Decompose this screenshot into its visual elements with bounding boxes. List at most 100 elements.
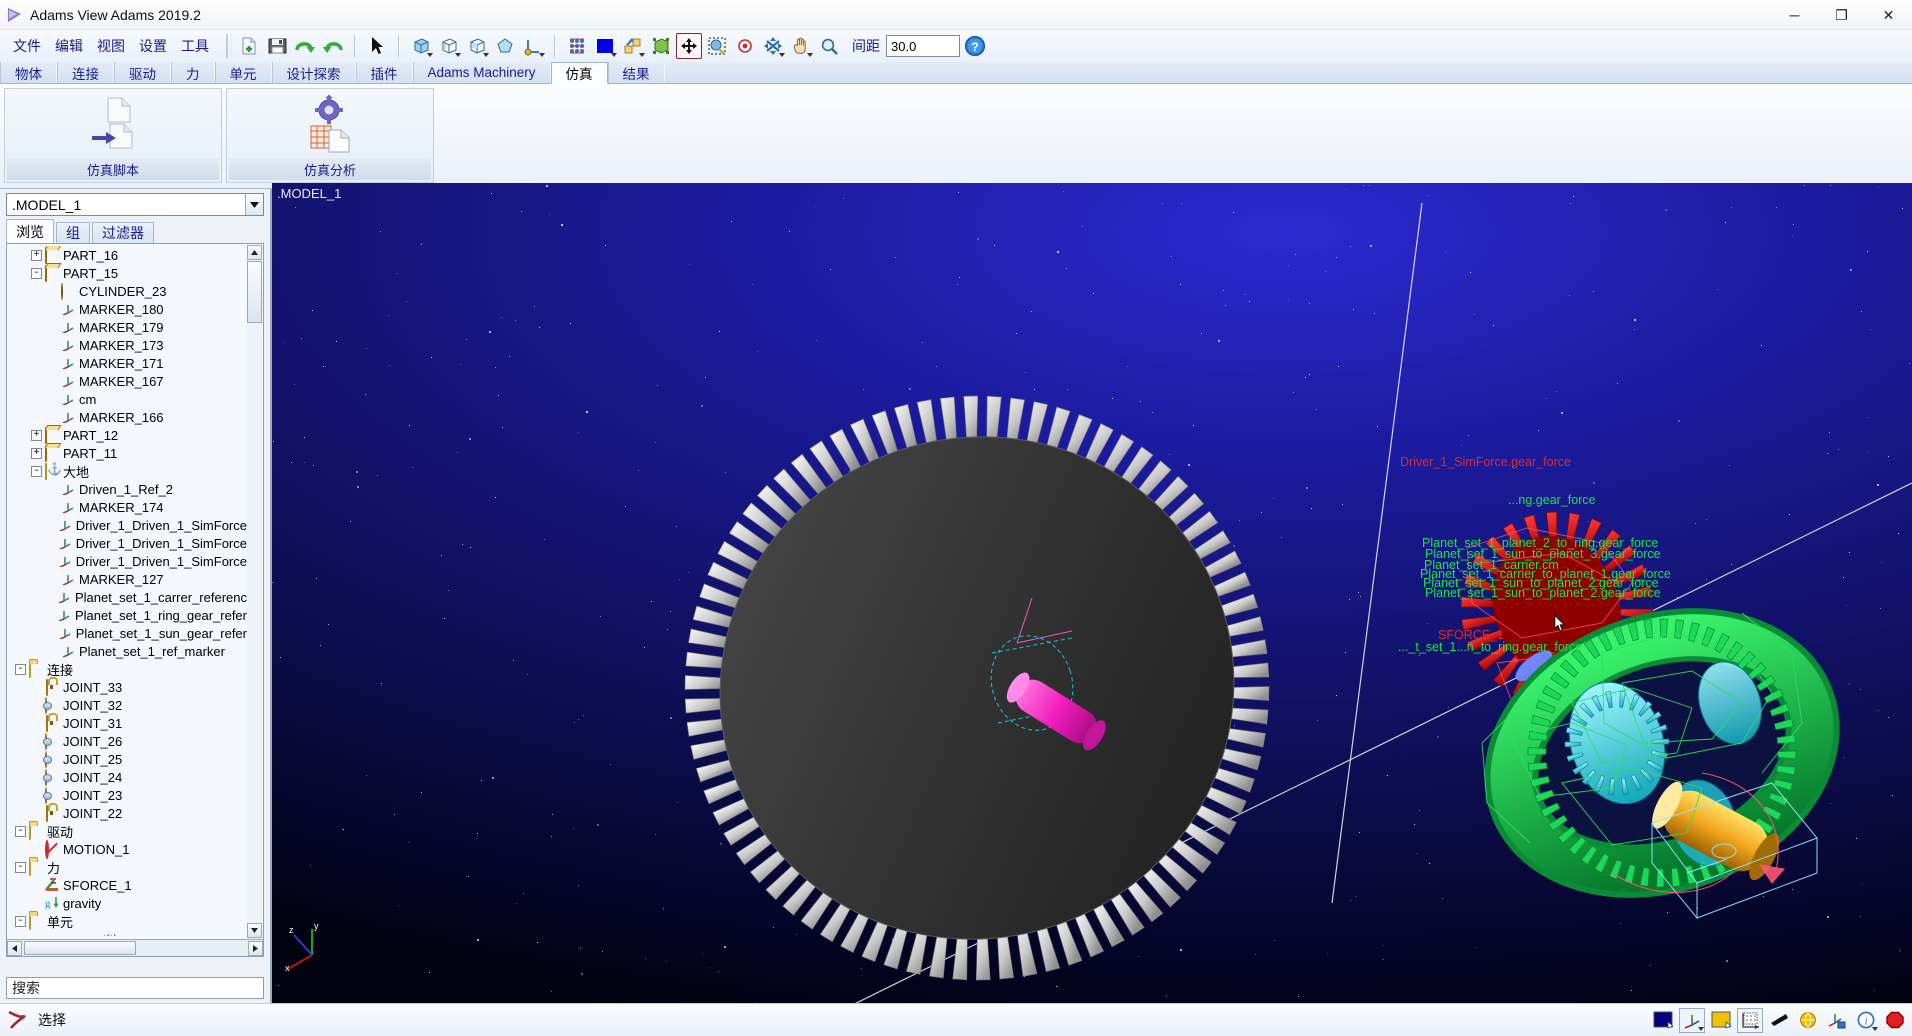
browser-tab-2[interactable]: 过滤器	[92, 222, 154, 243]
axes-triad-icon[interactable]	[1824, 1008, 1850, 1033]
fit-view-icon[interactable]	[676, 33, 702, 59]
tree-item[interactable]: Driven_1_Ref_2	[7, 480, 247, 498]
tree-horizontal-scrollbar[interactable]	[7, 939, 263, 956]
tree-item[interactable]: MARKER_173	[7, 336, 247, 354]
redo-icon[interactable]	[320, 33, 346, 59]
pan-hand-icon[interactable]	[788, 33, 814, 59]
depth-wedge-icon[interactable]	[1766, 1008, 1792, 1033]
icons-visibility-icon[interactable]	[564, 33, 590, 59]
menu-file[interactable]: 文件	[6, 33, 48, 59]
maximize-button[interactable]: ❐	[1818, 0, 1865, 30]
select-arrow-icon[interactable]	[364, 33, 390, 59]
tree-toggle-icon[interactable]: -	[31, 267, 42, 279]
tree-toggle-icon[interactable]: +	[31, 249, 42, 261]
tree-item[interactable]: JOINT_25	[7, 750, 247, 768]
tree-hscroll-thumb[interactable]	[24, 941, 136, 955]
close-button[interactable]: ✕	[1865, 0, 1912, 30]
info-circle-icon[interactable]: i	[1853, 1008, 1879, 1033]
scroll-down-button[interactable]	[247, 923, 262, 938]
tree-item[interactable]: JOINT_24	[7, 768, 247, 786]
spacing-input[interactable]	[886, 35, 960, 57]
undo-icon[interactable]	[292, 33, 318, 59]
tree-item[interactable]: MARKER_179	[7, 318, 247, 336]
3d-viewport[interactable]: .MODEL_1 Driver_1_SimForce.gear_force ..…	[272, 183, 1912, 1003]
background-color-icon[interactable]	[592, 33, 618, 59]
tree-item[interactable]: + PART_12	[7, 426, 247, 444]
tree-item[interactable]: JOINT_22	[7, 804, 247, 822]
tree-item[interactable]: - PART_15	[7, 264, 247, 282]
tree-item[interactable]: - 连接	[7, 660, 247, 678]
tree-item[interactable]: Planet_set_1_ref_marker	[7, 642, 247, 660]
tree-item[interactable]: SFORCE_1	[7, 876, 247, 894]
tree-item[interactable]: MARKER_180	[7, 300, 247, 318]
menu-settings[interactable]: 设置	[132, 33, 174, 59]
depth-icon[interactable]	[620, 33, 646, 59]
tree-item[interactable]: JOINT_32	[7, 696, 247, 714]
toolbar-grip[interactable]	[226, 34, 232, 58]
tree-toggle-icon[interactable]: -	[31, 465, 42, 477]
tree-item[interactable]: Planet_set_1_carrer_referenc	[7, 588, 247, 606]
center-view-icon[interactable]	[732, 33, 758, 59]
browser-tab-1[interactable]: 组	[56, 222, 90, 243]
tree-item[interactable]: g gravity	[7, 894, 247, 912]
marker-axes-icon[interactable]	[1679, 1008, 1705, 1033]
ribbon-tab-2[interactable]: 驱动	[114, 62, 171, 83]
tree-item[interactable]: - 单元	[7, 912, 247, 930]
menu-tools[interactable]: 工具	[174, 33, 216, 59]
tree-item[interactable]: MARKER_167	[7, 372, 247, 390]
tree-toggle-icon[interactable]: -	[15, 825, 26, 837]
tree-item[interactable]: MARKER_171	[7, 354, 247, 372]
tree-item[interactable]: <no entities>	[7, 930, 247, 937]
ribbon-tab-8[interactable]: 仿真	[550, 62, 608, 84]
simulation-script-group[interactable]: 仿真脚本	[4, 88, 222, 183]
tree-item[interactable]: MARKER_166	[7, 408, 247, 426]
minimize-button[interactable]: ─	[1771, 0, 1818, 30]
chevron-down-icon[interactable]	[245, 194, 263, 215]
scroll-right-button[interactable]	[248, 940, 263, 956]
tree-item[interactable]: - 驱动	[7, 822, 247, 840]
search-input[interactable]: 搜索	[6, 977, 264, 999]
working-grid-icon[interactable]	[520, 33, 546, 59]
tree-item[interactable]: MOTION_1	[7, 840, 247, 859]
ribbon-tab-4[interactable]: 单元	[214, 62, 272, 83]
menu-edit[interactable]: 编辑	[48, 33, 90, 59]
shaded-sphere-icon[interactable]	[1795, 1008, 1821, 1033]
render-shaded-icon[interactable]	[408, 33, 434, 59]
tree-toggle-icon[interactable]: -	[15, 861, 26, 873]
tree-item[interactable]: + PART_16	[7, 246, 247, 264]
model-tree[interactable]: + PART_16 - PART_15 CYLINDER_23 MARKER_180 MAR…	[6, 243, 264, 957]
tree-item[interactable]: Driver_1_Driven_1_SimForce	[7, 516, 247, 534]
tree-toggle-icon[interactable]: -	[15, 663, 26, 675]
tree-item[interactable]: Planet_set_1_sun_gear_refer	[7, 624, 247, 642]
tree-item[interactable]: JOINT_23	[7, 786, 247, 804]
ribbon-tab-7[interactable]: Adams Machinery	[412, 62, 551, 83]
simulation-analysis-group[interactable]: 仿真分析	[226, 88, 434, 183]
tree-item[interactable]: CYLINDER_23	[7, 282, 247, 300]
ribbon-tab-5[interactable]: 设计探索	[271, 62, 356, 83]
model-selector[interactable]: .MODEL_1	[6, 193, 264, 216]
rotate-view-icon[interactable]	[760, 33, 786, 59]
render-smooth-icon[interactable]	[492, 33, 518, 59]
script-document-icon[interactable]	[7, 91, 219, 158]
ribbon-tab-3[interactable]: 力	[171, 62, 215, 83]
tree-vertical-scrollbar[interactable]	[247, 245, 262, 938]
tree-item[interactable]: MARKER_174	[7, 498, 247, 516]
blue-swatch-icon[interactable]	[1650, 1008, 1676, 1033]
browser-tab-0[interactable]: 浏览	[6, 219, 54, 243]
yellow-swatch-icon[interactable]	[1708, 1008, 1734, 1033]
scroll-left-button[interactable]	[7, 940, 22, 956]
tree-item[interactable]: JOINT_31	[7, 714, 247, 732]
tree-item[interactable]: Driver_1_Driven_1_SimForce	[7, 534, 247, 552]
render-shaded-wire-icon[interactable]	[464, 33, 490, 59]
tree-item[interactable]: JOINT_26	[7, 732, 247, 750]
tree-toggle-icon[interactable]: +	[31, 429, 42, 441]
stop-octagon-icon[interactable]	[1882, 1008, 1908, 1033]
ribbon-tab-0[interactable]: 物体	[0, 62, 57, 83]
tree-item[interactable]: Planet_set_1_ring_gear_refer	[7, 606, 247, 624]
render-wireframe-icon[interactable]	[436, 33, 462, 59]
tree-item[interactable]: MARKER_127	[7, 570, 247, 588]
tree-item[interactable]: JOINT_33	[7, 678, 247, 696]
tree-toggle-icon[interactable]: +	[31, 447, 42, 459]
tree-item[interactable]: + PART_11	[7, 444, 247, 462]
ribbon-tab-1[interactable]: 连接	[57, 62, 114, 83]
